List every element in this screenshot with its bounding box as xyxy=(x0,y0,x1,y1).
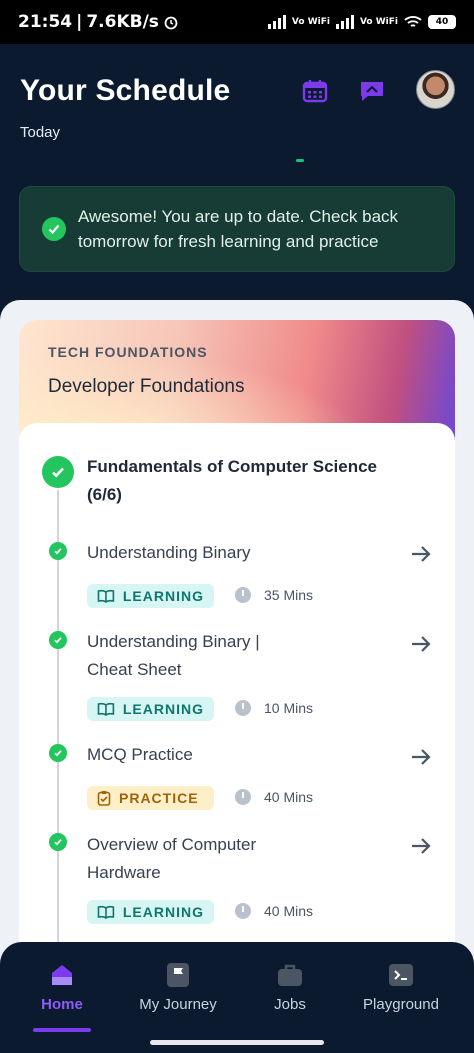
clock-icon xyxy=(235,700,251,716)
book-icon xyxy=(97,589,115,603)
network-speed: 7.6KB/s xyxy=(86,12,159,32)
nav-label: My Journey xyxy=(139,996,217,1013)
learning-badge: LEARNING xyxy=(87,900,214,924)
wifi-icon xyxy=(404,16,422,27)
arrow-right-icon[interactable] xyxy=(408,833,434,859)
battery-icon: 40 xyxy=(428,15,456,29)
practice-badge: PRACTICE xyxy=(87,786,214,810)
badge-label: LEARNING xyxy=(122,588,204,604)
nav-item-my-journey[interactable]: My Journey xyxy=(128,962,228,1013)
item-title[interactable]: MCQ Practice xyxy=(87,741,367,769)
header: Your Schedule xyxy=(20,74,230,108)
duration: 40 Mins xyxy=(235,789,313,805)
book-icon xyxy=(97,702,115,716)
item-title[interactable]: Understanding Binary xyxy=(87,539,367,567)
learning-badge: LEARNING xyxy=(87,697,214,721)
signal-icon xyxy=(335,15,354,29)
page-subtitle: Today xyxy=(20,124,61,141)
status-right: Vo WiFi Vo WiFi 40 xyxy=(267,15,456,29)
clock-icon xyxy=(235,587,251,603)
course-tag: TECH FOUNDATIONS xyxy=(48,344,208,360)
status-time: 21:54 xyxy=(18,12,73,32)
arrow-right-icon[interactable] xyxy=(408,744,434,770)
nav-label: Home xyxy=(41,996,83,1013)
clock-icon xyxy=(235,789,251,805)
status-left: 21:54 | 7.6KB/s xyxy=(18,12,179,32)
arrow-right-icon[interactable] xyxy=(408,631,434,657)
status-bar: 21:54 | 7.6KB/s Vo WiFi Vo WiFi 40 xyxy=(0,0,474,44)
loading-indicator xyxy=(296,159,304,162)
home-indicator[interactable] xyxy=(150,1040,324,1045)
alert-message: Awesome! You are up to date. Check back … xyxy=(78,207,399,251)
calendar-icon[interactable] xyxy=(300,76,330,106)
arrow-right-icon[interactable] xyxy=(408,541,434,567)
duration: 35 Mins xyxy=(235,587,313,603)
terminal-icon xyxy=(388,962,414,988)
avatar[interactable] xyxy=(416,70,455,109)
badge-label: LEARNING xyxy=(122,904,204,920)
item-check-icon xyxy=(49,744,67,762)
module-check-icon xyxy=(42,456,74,488)
learning-badge: LEARNING xyxy=(87,584,214,608)
clock-icon xyxy=(235,903,251,919)
item-title[interactable]: Overview of Computer Hardware xyxy=(87,831,287,887)
clipboard-check-icon xyxy=(97,791,111,806)
duration: 40 Mins xyxy=(235,903,313,919)
course-body xyxy=(19,423,455,1020)
briefcase-icon xyxy=(277,962,303,988)
item-check-icon xyxy=(49,833,67,851)
badge-label: PRACTICE xyxy=(119,790,199,806)
page-title: Your Schedule xyxy=(20,74,231,107)
home-icon xyxy=(49,962,75,988)
course-title: Developer Foundations xyxy=(48,376,245,397)
nav-item-playground[interactable]: Playground xyxy=(351,962,451,1013)
nav-label: Jobs xyxy=(274,996,306,1013)
chat-icon[interactable] xyxy=(357,76,387,106)
check-circle-icon xyxy=(42,217,66,241)
nav-item-home[interactable]: Home xyxy=(12,962,112,1013)
module-title: Fundamentals of Computer Science (6/6) xyxy=(87,457,377,504)
up-to-date-alert: Awesome! You are up to date. Check back … xyxy=(19,186,455,272)
flag-icon xyxy=(165,962,191,988)
book-icon xyxy=(97,905,115,919)
alarm-icon xyxy=(164,16,178,30)
duration: 10 Mins xyxy=(235,700,313,716)
nav-label: Playground xyxy=(363,996,439,1013)
badge-label: LEARNING xyxy=(122,701,204,717)
signal-icon xyxy=(267,15,286,29)
active-tab-indicator xyxy=(33,1028,91,1032)
vowifi-label-1: Vo WiFi xyxy=(291,16,330,27)
vowifi-label-2: Vo WiFi xyxy=(359,16,398,27)
item-check-icon xyxy=(49,631,67,649)
item-title[interactable]: Understanding Binary | Cheat Sheet xyxy=(87,628,287,684)
item-check-icon xyxy=(49,542,67,560)
nav-item-jobs[interactable]: Jobs xyxy=(240,962,340,1013)
